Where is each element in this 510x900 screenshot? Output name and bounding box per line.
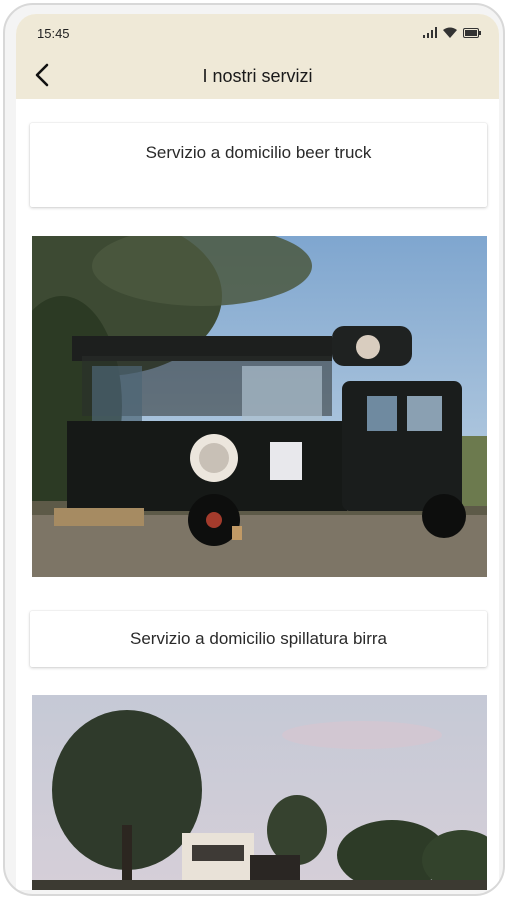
status-icons <box>423 27 481 38</box>
app-screen: 15:45 I nostri servizi Servizio a domici… <box>16 14 499 890</box>
service-title: Servizio a domicilio spillatura birra <box>130 629 387 648</box>
battery-icon <box>463 27 481 38</box>
service-card-beer-truck[interactable]: Servizio a domicilio beer truck <box>30 123 487 207</box>
status-time: 15:45 <box>37 26 70 41</box>
page-title: I nostri servizi <box>202 66 313 86</box>
app-bar: 15:45 I nostri servizi <box>16 14 499 99</box>
phone-frame: 15:45 I nostri servizi Servizio a domici… <box>3 3 505 896</box>
signal-icon <box>423 27 437 38</box>
wifi-icon <box>443 27 457 38</box>
service-title: Servizio a domicilio beer truck <box>145 143 372 162</box>
services-list[interactable]: Servizio a domicilio beer truck Servizio… <box>16 99 499 890</box>
beer-truck-photo[interactable] <box>32 236 487 577</box>
service-card-spillatura[interactable]: Servizio a domicilio spillatura birra <box>30 611 487 667</box>
spillatura-photo[interactable] <box>32 695 487 890</box>
